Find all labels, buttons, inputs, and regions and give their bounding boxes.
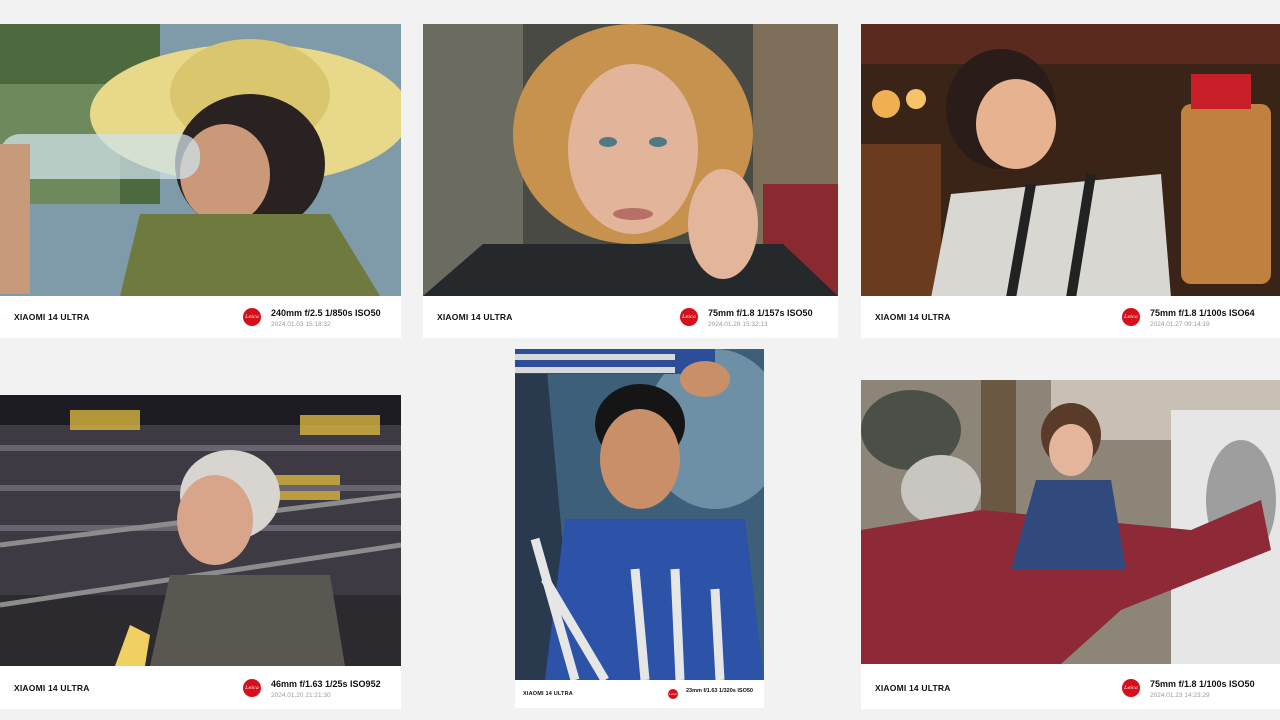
exif-settings: 46mm f/1.63 1/25s ISO952	[271, 679, 381, 689]
camera-model: XIAOMI 14 ULTRA	[523, 691, 573, 697]
photo-info-bar: XIAOMI 14 ULTRA Leica 46mm f/1.63 1/25s …	[0, 667, 401, 709]
camera-model: XIAOMI 14 ULTRA	[437, 312, 513, 322]
leica-logo-icon: Leica	[1122, 308, 1140, 326]
exif-settings: 75mm f/1.8 1/100s ISO64	[1150, 308, 1255, 318]
leica-logo-icon: Leica	[1122, 679, 1140, 697]
camera-model: XIAOMI 14 ULTRA	[875, 683, 951, 693]
leica-logo-icon: Leica	[680, 308, 698, 326]
exif-settings: 75mm f/1.8 1/100s ISO50	[1150, 679, 1255, 689]
photo-card[interactable]: XIAOMI 14 ULTRA Leica 75mm f/1.8 1/100s …	[861, 24, 1280, 338]
leica-logo-icon: Leica	[243, 679, 261, 697]
photo-timestamp: 2024.01.27 09:14:19	[1150, 321, 1210, 328]
photo-card[interactable]: XIAOMI 14 ULTRA Leica 75mm f/1.8 1/100s …	[861, 380, 1280, 709]
photo-info-bar: XIAOMI 14 ULTRA Leica 240mm f/2.5 1/850s…	[0, 296, 401, 338]
photo-card[interactable]: XIAOMI 14 ULTRA Leica 46mm f/1.63 1/25s …	[0, 395, 401, 709]
camera-model: XIAOMI 14 ULTRA	[14, 312, 90, 322]
photo-card[interactable]: XIAOMI 14 ULTRA Leica 23mm f/1.63 1/320s…	[515, 349, 764, 708]
photo-info-bar: XIAOMI 14 ULTRA Leica 75mm f/1.8 1/100s …	[861, 296, 1280, 338]
photo-image	[861, 380, 1280, 664]
camera-model: XIAOMI 14 ULTRA	[875, 312, 951, 322]
exif-settings: 240mm f/2.5 1/850s ISO50	[271, 308, 381, 318]
exif-settings: 75mm f/1.8 1/157s ISO50	[708, 308, 813, 318]
photo-timestamp: 2024.01.20 21:21:30	[271, 692, 331, 699]
photo-timestamp: 2024.01.03 15:18:32	[271, 321, 331, 328]
photo-card[interactable]: XIAOMI 14 ULTRA Leica 75mm f/1.8 1/157s …	[423, 24, 838, 338]
photo-timestamp: 2024.01.28 15:32:13	[708, 321, 768, 328]
photo-image	[515, 349, 764, 680]
photo-image	[423, 24, 838, 296]
leica-logo-icon: Leica	[243, 308, 261, 326]
exif-settings: 23mm f/1.63 1/320s ISO50	[686, 688, 753, 694]
photo-info-bar: XIAOMI 14 ULTRA Leica 75mm f/1.8 1/157s …	[423, 296, 838, 338]
photo-info-bar: XIAOMI 14 ULTRA Leica 75mm f/1.8 1/100s …	[861, 667, 1280, 709]
photo-card[interactable]: XIAOMI 14 ULTRA Leica 240mm f/2.5 1/850s…	[0, 24, 401, 338]
photo-image	[0, 395, 401, 666]
photo-image	[861, 24, 1280, 298]
leica-logo-icon: Leica	[668, 689, 678, 699]
photo-image	[0, 24, 401, 296]
photo-timestamp: 2024.01.23 14:23:29	[1150, 692, 1210, 699]
photo-info-bar: XIAOMI 14 ULTRA Leica 23mm f/1.63 1/320s…	[515, 680, 764, 708]
camera-model: XIAOMI 14 ULTRA	[14, 683, 90, 693]
